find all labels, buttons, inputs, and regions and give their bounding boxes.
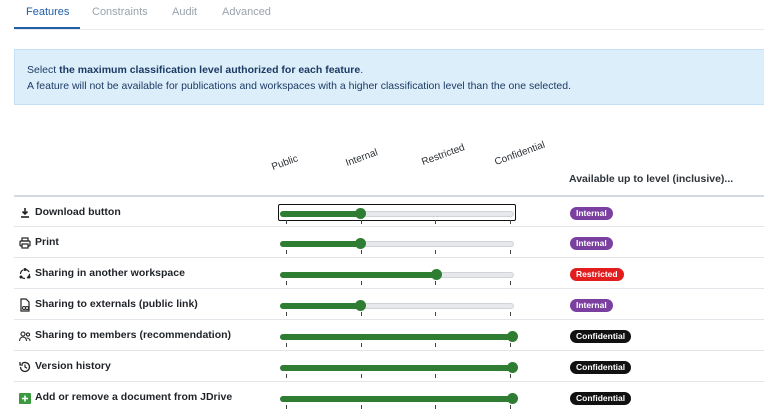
- printer-icon: [18, 236, 32, 250]
- share-cycle-icon: [18, 267, 32, 281]
- level-badge: Confidential: [570, 392, 632, 405]
- slider-fill: [280, 211, 360, 217]
- level-header-public: Public: [270, 153, 300, 173]
- available-level-header: Available up to level (inclusive)...: [569, 173, 734, 185]
- banner-instruction: Select the maximum classification level …: [27, 64, 364, 76]
- classification-level-slider[interactable]: [278, 351, 518, 382]
- tab-features[interactable]: Features: [26, 6, 69, 18]
- slider-tick: [286, 312, 287, 316]
- feature-row: Print Internal: [14, 226, 764, 257]
- slider-tick: [510, 312, 511, 316]
- slider-tick: [286, 374, 287, 378]
- level-badge: Confidential: [570, 330, 632, 343]
- feature-row: Sharing to externals (public link) Intern…: [14, 288, 764, 319]
- tab-audit[interactable]: Audit: [172, 6, 197, 18]
- slider-tick: [435, 312, 437, 316]
- active-tab-indicator: [14, 27, 80, 29]
- slider-thumb[interactable]: [354, 300, 366, 311]
- classification-level-slider[interactable]: [278, 320, 518, 351]
- slider-fill: [280, 334, 516, 340]
- feature-label: Sharing to externals (public link): [35, 298, 198, 310]
- history-icon: [18, 360, 32, 374]
- feature-label: Print: [35, 236, 59, 248]
- classification-level-slider[interactable]: [278, 197, 516, 228]
- slider-tick: [286, 220, 287, 224]
- feature-label: Download button: [35, 206, 121, 218]
- banner-explanation: A feature will not be available for publ…: [27, 80, 571, 92]
- tab-constraints[interactable]: Constraints: [92, 6, 148, 18]
- classification-level-slider[interactable]: [278, 227, 516, 258]
- slider-tick: [360, 343, 362, 347]
- slider-fill: [280, 396, 516, 402]
- classification-level-slider[interactable]: [278, 382, 518, 413]
- slider-tick: [435, 250, 437, 254]
- slider-thumb[interactable]: [354, 238, 366, 249]
- slider-thumb[interactable]: [430, 269, 442, 280]
- download-icon: [18, 206, 32, 220]
- feature-row: Version history Confidential: [14, 350, 764, 381]
- public-link-icon: [18, 298, 32, 312]
- feature-row: Add or remove a document from JDrive Conf…: [14, 381, 764, 412]
- level-badge: Restricted: [570, 268, 624, 281]
- slider-tick: [286, 250, 287, 254]
- slider-tick: [435, 343, 437, 347]
- slider-tick: [435, 374, 437, 378]
- feature-label: Version history: [35, 360, 111, 372]
- slider-tick: [510, 250, 511, 254]
- slider-tick: [360, 220, 362, 224]
- slider-tick: [286, 281, 287, 285]
- slider-thumb[interactable]: [506, 393, 518, 404]
- level-header-restricted: Restricted: [420, 142, 467, 168]
- slider-tick: [435, 220, 437, 224]
- feature-label: Sharing to members (recommendation): [35, 329, 232, 341]
- slider-tick: [360, 374, 362, 378]
- feature-row: Sharing to members (recommendation) Confi…: [14, 319, 764, 350]
- feature-row: Download button Internal: [14, 195, 764, 226]
- feature-label: Sharing in another workspace: [35, 267, 185, 279]
- classification-level-slider[interactable]: [278, 289, 516, 320]
- slider-fill: [280, 365, 516, 371]
- slider-tick: [360, 281, 362, 285]
- slider-thumb[interactable]: [354, 208, 366, 219]
- level-header-confidential: Confidential: [493, 139, 547, 168]
- slider-tick: [435, 405, 437, 409]
- slider-tick: [360, 250, 362, 254]
- level-badge: Internal: [570, 207, 613, 220]
- members-icon: [18, 329, 32, 343]
- slider-tick: [510, 374, 511, 378]
- slider-thumb[interactable]: [506, 362, 518, 373]
- tab-bar: Features Constraints Audit Advanced: [14, 0, 764, 30]
- slider-fill: [280, 241, 360, 247]
- feature-label: Add or remove a document from JDrive: [35, 391, 233, 403]
- classification-level-slider[interactable]: [278, 258, 516, 289]
- tab-advanced[interactable]: Advanced: [222, 6, 271, 18]
- slider-tick: [286, 343, 287, 347]
- level-header-internal: Internal: [344, 147, 380, 169]
- slider-tick: [510, 281, 511, 285]
- slider-tick: [360, 405, 362, 409]
- slider-thumb[interactable]: [506, 331, 518, 342]
- level-badge: Internal: [570, 237, 613, 250]
- slider-tick: [510, 220, 511, 224]
- slider-tick: [510, 343, 511, 347]
- jdrive-icon: [18, 391, 32, 405]
- feature-row: Sharing in another workspace Restricted: [14, 257, 764, 288]
- level-badge: Confidential: [570, 361, 632, 374]
- slider-tick: [510, 405, 511, 409]
- slider-fill: [280, 303, 360, 309]
- slider-tick: [286, 405, 287, 409]
- slider-tick: [435, 281, 437, 285]
- info-banner: Select the maximum classification level …: [14, 49, 764, 105]
- slider-fill: [280, 272, 438, 278]
- level-badge: Internal: [570, 299, 613, 312]
- slider-tick: [360, 312, 362, 316]
